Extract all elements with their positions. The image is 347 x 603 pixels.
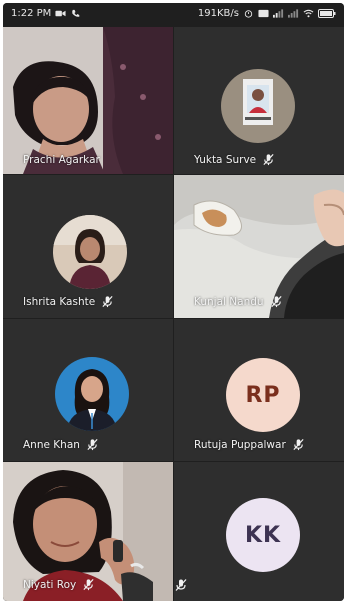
participant-tile[interactable]: Kunjal Nandu: [174, 175, 344, 318]
mic-off-icon: [293, 438, 304, 451]
hd-icon: [258, 9, 269, 18]
participant-tile[interactable]: Niyati Roy: [3, 462, 173, 601]
participant-name: Kunjal Nandu: [194, 295, 264, 308]
participant-name-row: Yukta Surve: [194, 153, 275, 166]
participant-name-row: Kunjal Nandu: [194, 295, 283, 308]
participant-tile[interactable]: Yukta Surve: [174, 27, 344, 174]
status-bar: 1:22 PM 191KB/s: [3, 3, 344, 25]
participant-name: Yukta Surve: [194, 153, 257, 166]
participant-name: Anne Khan: [23, 438, 80, 451]
participant-avatar: [221, 69, 295, 143]
participant-name-row: Ishrita Kashte: [23, 295, 114, 308]
participant-name: Niyati Roy: [23, 578, 77, 591]
participant-grid: Prachi Agarkar Yukta Surve Ishrita Kasht…: [3, 27, 344, 601]
participant-name: Rutuja Puppalwar: [194, 438, 286, 451]
participant-tile[interactable]: Ishrita Kashte: [3, 175, 173, 318]
status-left: 1:22 PM: [11, 8, 81, 19]
status-right: 191KB/s: [198, 8, 336, 19]
signal-2-icon: [288, 9, 299, 18]
participant-name-row: Anne Khan: [23, 438, 99, 451]
avatar-initials-text: RP: [245, 382, 281, 408]
mic-off-icon: [175, 579, 187, 591]
participant-avatar: [53, 215, 127, 289]
mic-off-icon: [263, 153, 274, 166]
video-call-icon: [55, 10, 66, 17]
mic-off-icon: [87, 438, 98, 451]
participant-name: Ishrita Kashte: [23, 295, 96, 308]
network-speed: 191KB/s: [197, 8, 239, 19]
initials-avatar: RP: [226, 358, 300, 432]
participant-tile[interactable]: Prachi Agarkar: [3, 27, 173, 174]
phone-icon: [72, 9, 80, 17]
participant-tile[interactable]: KK: [174, 462, 344, 601]
participant-avatar: [55, 357, 129, 431]
mic-off-icon: [270, 295, 282, 308]
participant-name-row: Rutuja Puppalwar: [194, 438, 305, 451]
initials-avatar: KK: [226, 498, 300, 572]
wifi-icon: [303, 9, 314, 18]
mic-off-icon: [102, 295, 113, 308]
status-time: 1:22 PM: [11, 8, 52, 19]
participant-tile[interactable]: Anne Khan: [3, 319, 173, 461]
participant-name-row: Prachi Agarkar: [23, 154, 100, 166]
alarm-icon: [244, 10, 253, 18]
participant-tile[interactable]: RP Rutuja Puppalwar: [174, 319, 344, 461]
participant-video: [3, 27, 173, 174]
participant-name: Prachi Agarkar: [23, 154, 100, 166]
participant-name-row: Niyati Roy: [23, 578, 95, 591]
meeting-screen: 1:22 PM 191KB/s Prachi Agarkar Yukta Sur…: [3, 3, 344, 601]
signal-icon: [273, 9, 284, 18]
avatar-initials-text: KK: [244, 522, 282, 548]
mic-off-icon: [83, 578, 94, 591]
battery-icon: [318, 9, 336, 18]
